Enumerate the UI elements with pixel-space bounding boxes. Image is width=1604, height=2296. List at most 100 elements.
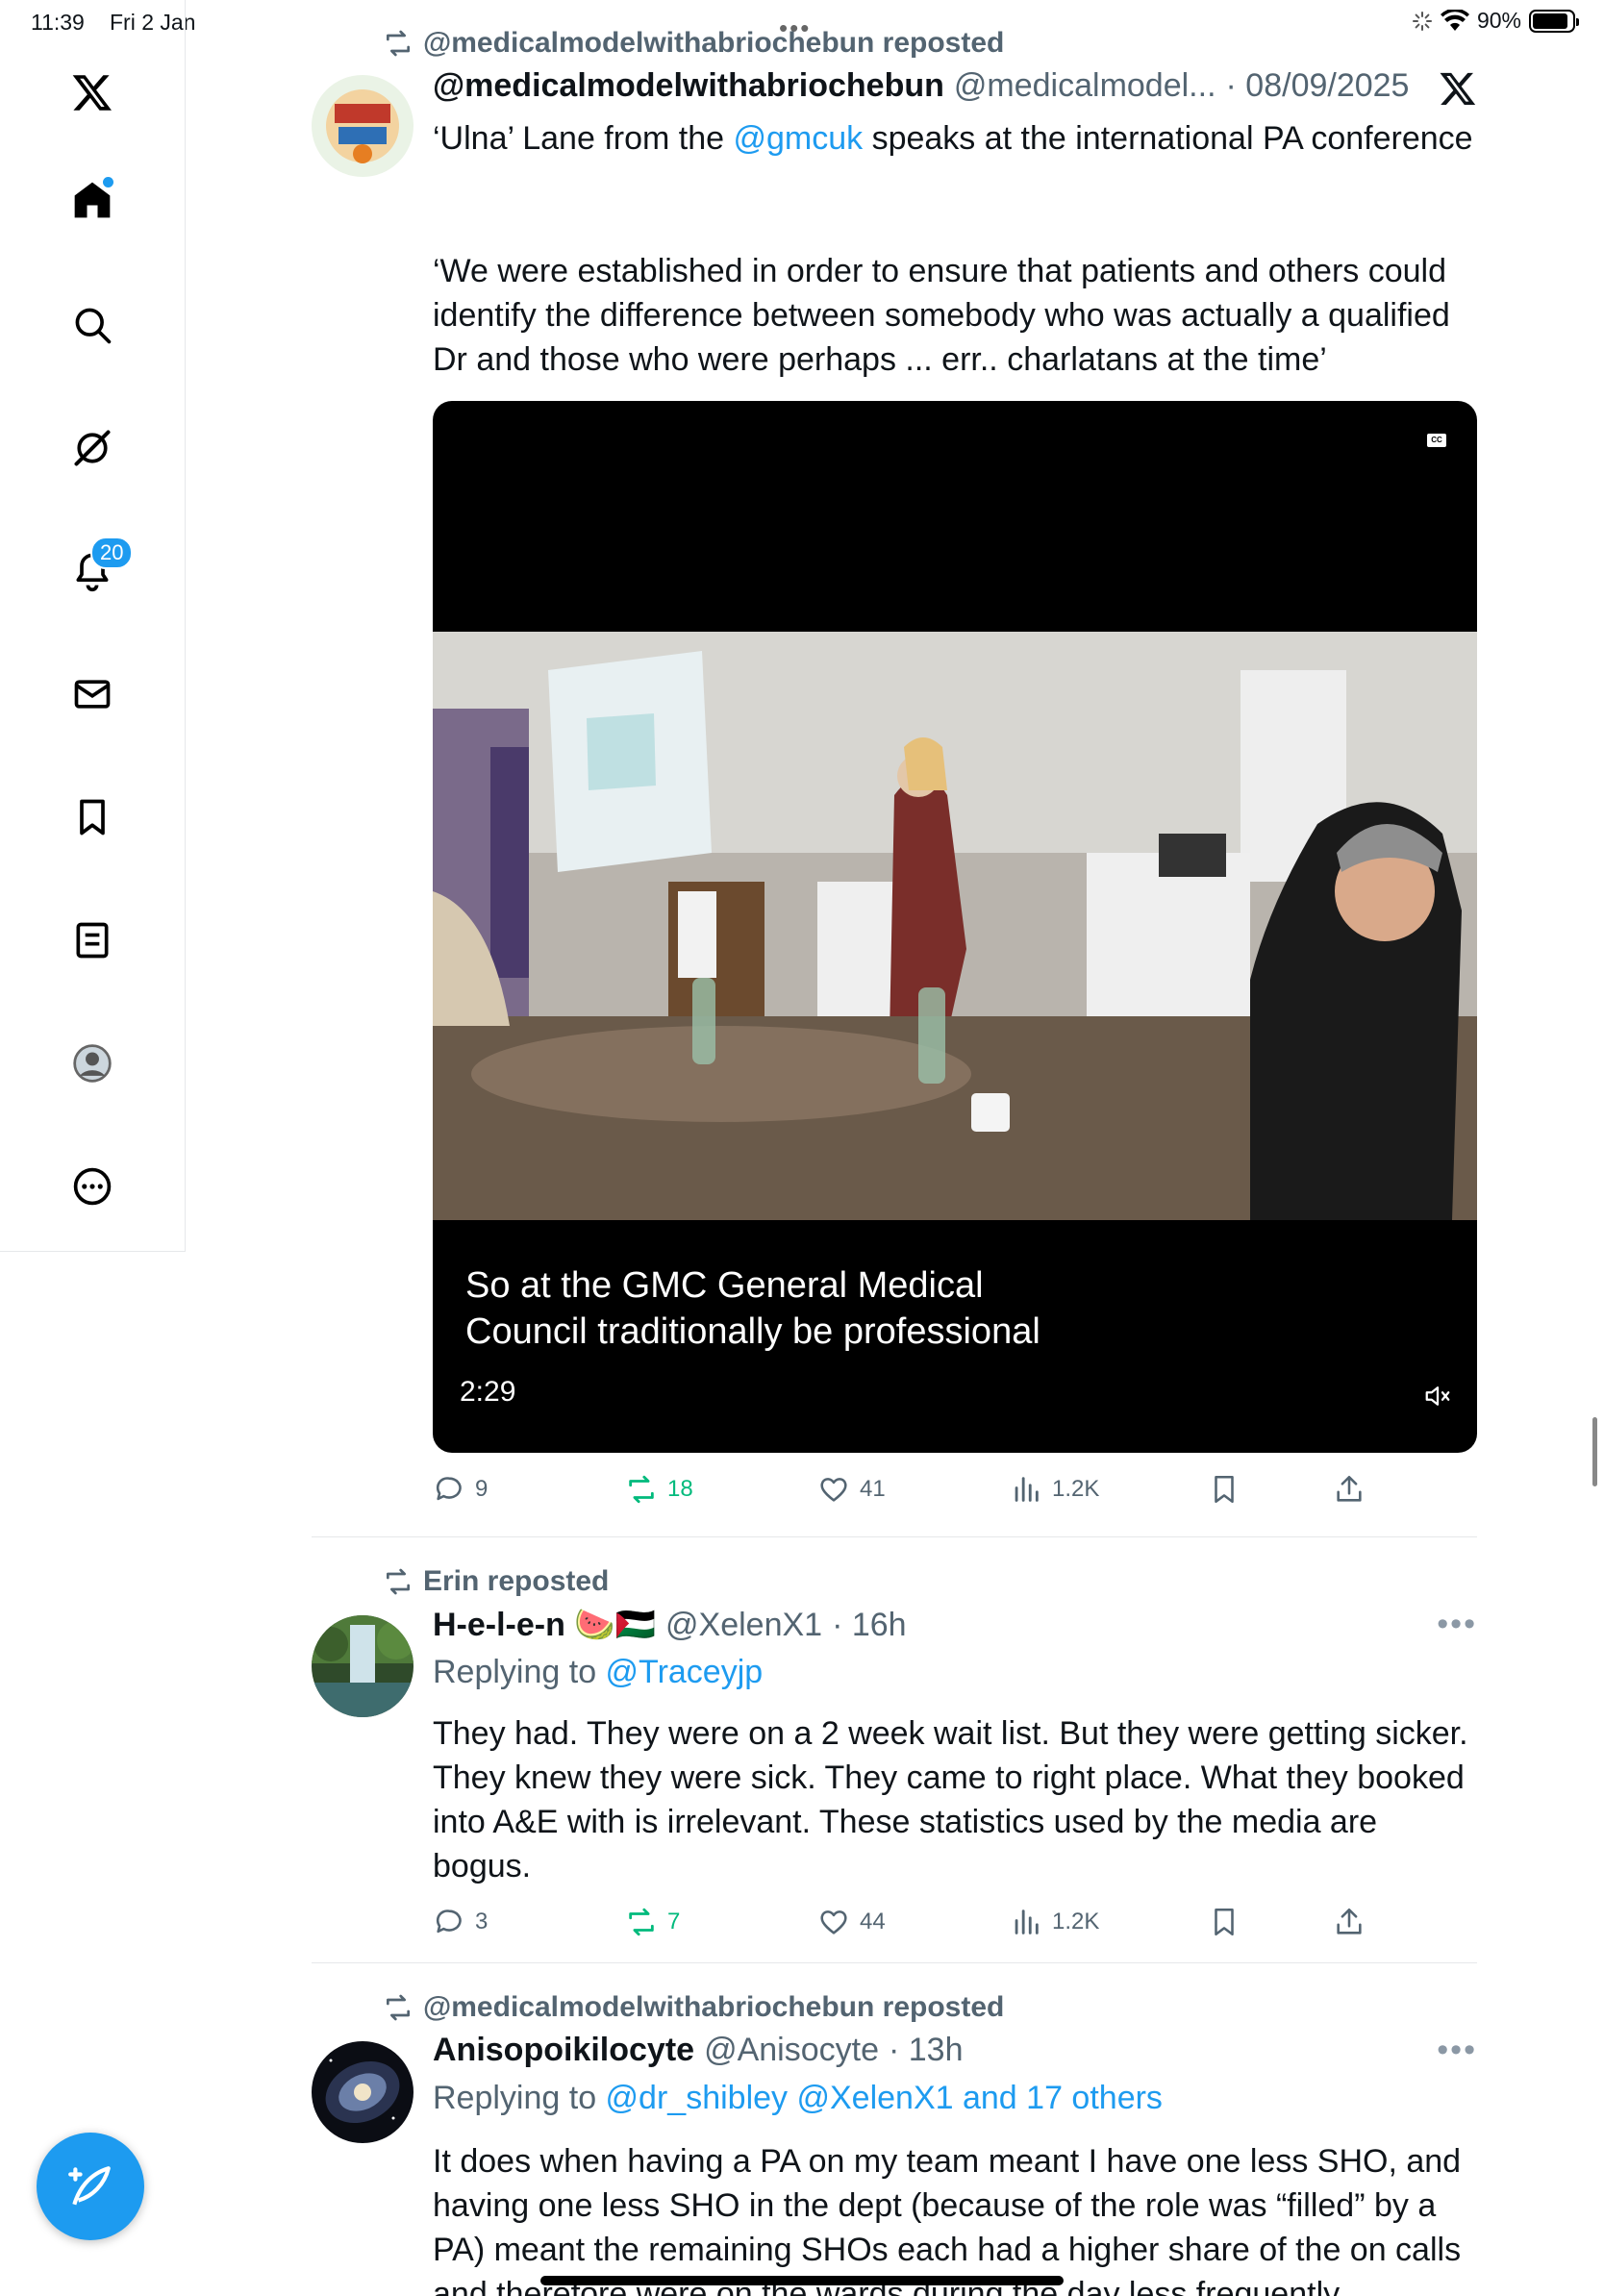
compose-feather-icon: [68, 2166, 111, 2206]
mention-link[interactable]: @gmcuk: [733, 120, 863, 157]
post-text-part: ‘Ulna’ Lane from the: [433, 120, 734, 157]
repost-icon: [387, 30, 410, 57]
search-icon[interactable]: [63, 296, 121, 354]
replying-label: Replying to: [433, 2080, 606, 2116]
mention-link[interactable]: @dr_shibley @XelenX1 and 17 others: [606, 2080, 1163, 2116]
reply-button[interactable]: 3: [433, 1906, 488, 1938]
list-icon[interactable]: [63, 911, 121, 969]
views-chart-icon: [1015, 1909, 1039, 1934]
mention-link[interactable]: @Traceyjp: [606, 1654, 764, 1690]
battery-icon: [1529, 9, 1579, 33]
scrollbar[interactable]: [1592, 1417, 1597, 1486]
repost-indicator: @medicalmodelwithabriochebun reposted: [383, 1991, 1004, 2024]
divider: [312, 1962, 1477, 1963]
repost-label: @medicalmodelwithabriochebun reposted: [423, 27, 1005, 59]
post-time[interactable]: · 13h: [889, 2032, 964, 2069]
profile-icon[interactable]: [63, 1035, 121, 1092]
repost-label: @medicalmodelwithabriochebun reposted: [423, 1991, 1005, 2023]
reply-icon: [436, 1477, 462, 1501]
more-circle-icon[interactable]: [63, 1158, 121, 1215]
post-actions: 9 18 41 1.2K: [433, 1473, 1477, 1511]
share-button[interactable]: [1333, 1906, 1366, 1938]
post-time[interactable]: · 08/09/2025: [1226, 67, 1410, 105]
views-button[interactable]: 1.2K: [1010, 1473, 1099, 1506]
compose-button[interactable]: [37, 2133, 144, 2240]
grok-icon[interactable]: [63, 419, 121, 477]
x-logo-icon[interactable]: [1439, 69, 1477, 108]
repost-icon: [629, 1908, 654, 1936]
status-right: 90%: [1412, 8, 1579, 34]
handle[interactable]: @XelenX1: [665, 1607, 822, 1644]
more-options-icon[interactable]: •••: [1437, 2032, 1477, 2069]
repost-indicator: @medicalmodelwithabriochebun reposted: [383, 27, 1004, 60]
divider: [312, 1536, 1477, 1537]
views-chart-icon: [1015, 1477, 1039, 1502]
post-time[interactable]: · 16h: [832, 1607, 907, 1644]
repost-count: 18: [667, 1476, 693, 1502]
display-name[interactable]: @medicalmodelwithabriochebun: [433, 67, 944, 105]
x-logo-icon[interactable]: [63, 63, 121, 121]
views-button[interactable]: 1.2K: [1010, 1906, 1099, 1938]
like-count: 44: [860, 1909, 886, 1934]
repost-button[interactable]: 7: [625, 1906, 680, 1938]
home-icon[interactable]: [63, 171, 121, 229]
repost-label: Erin reposted: [423, 1565, 610, 1597]
post-header: Anisopoikilocyte @Anisocyte · 13h •••: [433, 2032, 1477, 2069]
avatar[interactable]: [312, 75, 414, 177]
post-text: They had. They were on a 2 week wait lis…: [433, 1715, 1468, 1884]
post-actions: 3 7 44 1.2K: [433, 1906, 1477, 1944]
like-button[interactable]: 44: [817, 1906, 886, 1938]
handle[interactable]: @medicalmodel...: [954, 67, 1216, 105]
bell-icon[interactable]: 20: [63, 537, 134, 600]
avatar[interactable]: [312, 1615, 414, 1717]
heart-icon: [820, 1478, 847, 1502]
captions-icon[interactable]: CC: [1427, 434, 1446, 447]
video-player[interactable]: CC So at the GMC General Medical Council…: [433, 401, 1477, 1453]
repost-icon: [387, 1994, 410, 2021]
post-text-part: speaks at the international PA conferenc…: [863, 120, 1473, 157]
like-count: 41: [860, 1476, 886, 1502]
bookmark-icon: [1215, 1908, 1234, 1936]
loading-icon: [1412, 11, 1432, 31]
wifi-icon: [1440, 9, 1469, 31]
mail-icon[interactable]: [63, 665, 121, 723]
home-indicator[interactable]: [540, 2276, 1064, 2285]
post-header: @medicalmodelwithabriochebun @medicalmod…: [433, 67, 1477, 105]
repost-icon: [629, 1475, 654, 1504]
repost-button[interactable]: 18: [625, 1473, 693, 1506]
bookmark-icon: [1215, 1475, 1234, 1504]
heart-icon: [820, 1910, 847, 1934]
like-button[interactable]: 41: [817, 1473, 886, 1506]
share-icon: [1337, 1908, 1362, 1934]
post-header: H-e-l-e-n 🍉🇵🇸 @XelenX1 · 16h •••: [433, 1606, 1477, 1644]
view-count: 1.2K: [1052, 1476, 1100, 1502]
notifications-badge: 20: [90, 537, 134, 569]
reply-icon: [436, 1909, 462, 1934]
post-text: ‘Ulna’ Lane from the @gmcuk speaks at th…: [433, 116, 1477, 161]
caption-line: Council traditionally be professional: [465, 1311, 1040, 1352]
repost-indicator: Erin reposted: [383, 1565, 609, 1598]
bookmark-icon[interactable]: [63, 788, 121, 846]
replying-to: Replying to @Traceyjp: [433, 1654, 763, 1691]
replying-label: Replying to: [433, 1654, 606, 1690]
handle[interactable]: @Anisocyte: [704, 2032, 879, 2069]
avatar[interactable]: [312, 2041, 414, 2143]
reply-count: 9: [475, 1476, 489, 1502]
video-duration: 2:29: [460, 1376, 516, 1408]
reply-button[interactable]: 9: [433, 1473, 488, 1506]
sidebar: 20: [0, 0, 186, 1252]
more-options-icon[interactable]: •••: [1437, 1606, 1477, 1643]
post-text-paragraph: ‘We were established in order to ensure …: [433, 253, 1450, 378]
bookmark-button[interactable]: [1208, 1906, 1241, 1938]
video-frame: [433, 632, 1477, 1220]
repost-icon: [387, 1568, 410, 1595]
display-name[interactable]: H-e-l-e-n 🍉🇵🇸: [433, 1606, 656, 1644]
video-caption: So at the GMC General Medical Council tr…: [465, 1262, 1040, 1355]
share-button[interactable]: [1333, 1473, 1366, 1506]
battery-percent: 90%: [1476, 8, 1521, 33]
display-name[interactable]: Anisopoikilocyte: [433, 2032, 694, 2069]
bookmark-button[interactable]: [1208, 1473, 1241, 1506]
mute-icon[interactable]: [1423, 1382, 1452, 1410]
home-notification-dot: [103, 177, 113, 187]
replying-to: Replying to @dr_shibley @XelenX1 and 17 …: [433, 2080, 1163, 2117]
